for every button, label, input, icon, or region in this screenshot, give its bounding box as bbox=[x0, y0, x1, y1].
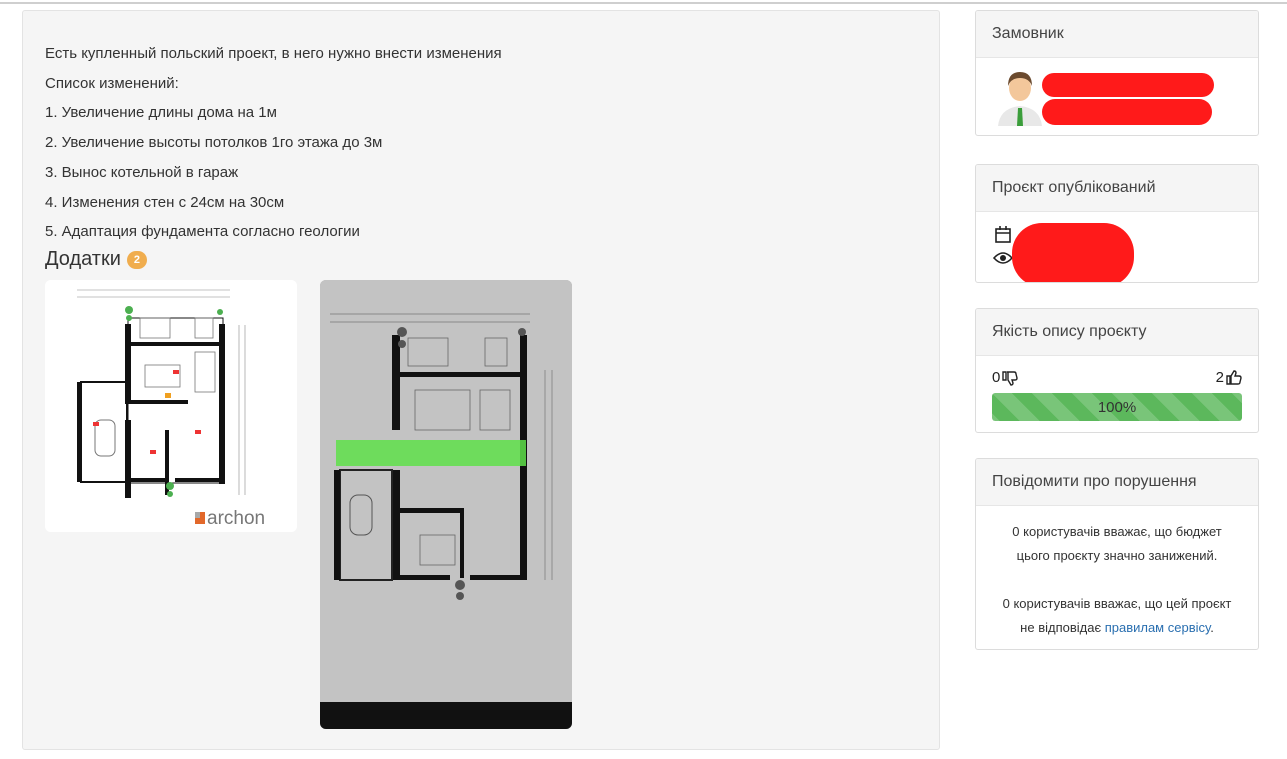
quality-percent-label: 100% bbox=[1097, 398, 1137, 416]
attachment-thumbnail-1[interactable]: archon bbox=[45, 280, 297, 532]
attachments-title: Додатки bbox=[45, 248, 121, 270]
rules-report-line: не відповідає правилам сервісу. bbox=[986, 616, 1248, 640]
attachment-thumbnail-2[interactable] bbox=[320, 280, 572, 729]
service-rules-link[interactable]: правилам сервісу bbox=[1105, 620, 1211, 635]
client-panel-title: Замовник bbox=[976, 11, 1258, 58]
dislike-vote[interactable]: 0 bbox=[992, 369, 1019, 386]
like-count: 2 bbox=[1215, 369, 1224, 386]
quality-progress-bar: 100% bbox=[992, 393, 1242, 421]
description-line: 4. Изменения стен с 24см на 30см bbox=[45, 193, 285, 211]
description-line: Список изменений: bbox=[45, 74, 179, 92]
budget-report-line: 0 користувачів вважає, що бюджет bbox=[1012, 524, 1222, 539]
rules-report-suffix: . bbox=[1210, 620, 1214, 635]
redacted-client-name bbox=[1042, 73, 1214, 97]
calendar-icon bbox=[995, 226, 1011, 243]
attachments-count-badge: 2 bbox=[126, 250, 148, 269]
thumbs-up-icon[interactable] bbox=[1226, 369, 1242, 386]
report-panel-title: Повідомити про порушення bbox=[976, 459, 1258, 506]
description-line: Есть купленный польский проект, в него н… bbox=[45, 45, 502, 62]
project-description: Есть купленный польский проект, в него н… bbox=[45, 39, 502, 247]
user-avatar[interactable] bbox=[996, 68, 1044, 126]
rules-report-text: 0 користувачів вважає, що цей проєкт не … bbox=[976, 592, 1258, 640]
redacted-client-name bbox=[1042, 99, 1212, 125]
quality-panel-title: Якість опису проєкту bbox=[976, 309, 1258, 356]
description-line: 2. Увеличение высоты потолков 1го этажа … bbox=[45, 134, 383, 152]
rules-report-line: 0 користувачів вважає, що цей проєкт bbox=[1002, 596, 1232, 611]
project-description-panel: Есть купленный польский проект, в него н… bbox=[22, 10, 940, 750]
published-panel: Проєкт опублікований bbox=[975, 164, 1259, 283]
rules-report-prefix: не відповідає bbox=[1020, 620, 1105, 635]
annotated-floor-plan-photo bbox=[320, 280, 572, 729]
published-panel-title: Проєкт опублікований bbox=[976, 165, 1258, 212]
attachments-heading: Додатки 2 bbox=[45, 248, 148, 271]
floor-plan-image bbox=[45, 280, 297, 532]
client-panel: Замовник bbox=[975, 10, 1259, 136]
description-line: 5. Адаптация фундамента согласно геологи… bbox=[45, 223, 360, 241]
report-violation-panel: Повідомити про порушення 0 користувачів … bbox=[975, 458, 1259, 650]
quality-progress-fill: 100% bbox=[992, 393, 1242, 421]
vote-row: 0 2 bbox=[992, 369, 1242, 389]
redacted-publish-info bbox=[1012, 223, 1134, 282]
top-divider bbox=[0, 2, 1287, 4]
thumbs-down-icon[interactable] bbox=[1002, 370, 1019, 386]
budget-report-text: 0 користувачів вважає, що бюджет цього п… bbox=[976, 520, 1258, 568]
description-line: 3. Вынос котельной в гараж bbox=[45, 163, 239, 181]
description-line: 1. Увеличение длины дома на 1м bbox=[45, 104, 277, 122]
description-quality-panel: Якість опису проєкту 0 2 100% bbox=[975, 308, 1259, 433]
budget-report-line: цього проєкту значно занижений. bbox=[1016, 548, 1218, 563]
like-vote[interactable]: 2 bbox=[1216, 369, 1242, 386]
dislike-count: 0 bbox=[992, 369, 1001, 386]
eye-icon bbox=[993, 252, 1013, 264]
archon-logo-text: archon bbox=[207, 508, 266, 529]
highlight-extension-band bbox=[336, 440, 526, 466]
